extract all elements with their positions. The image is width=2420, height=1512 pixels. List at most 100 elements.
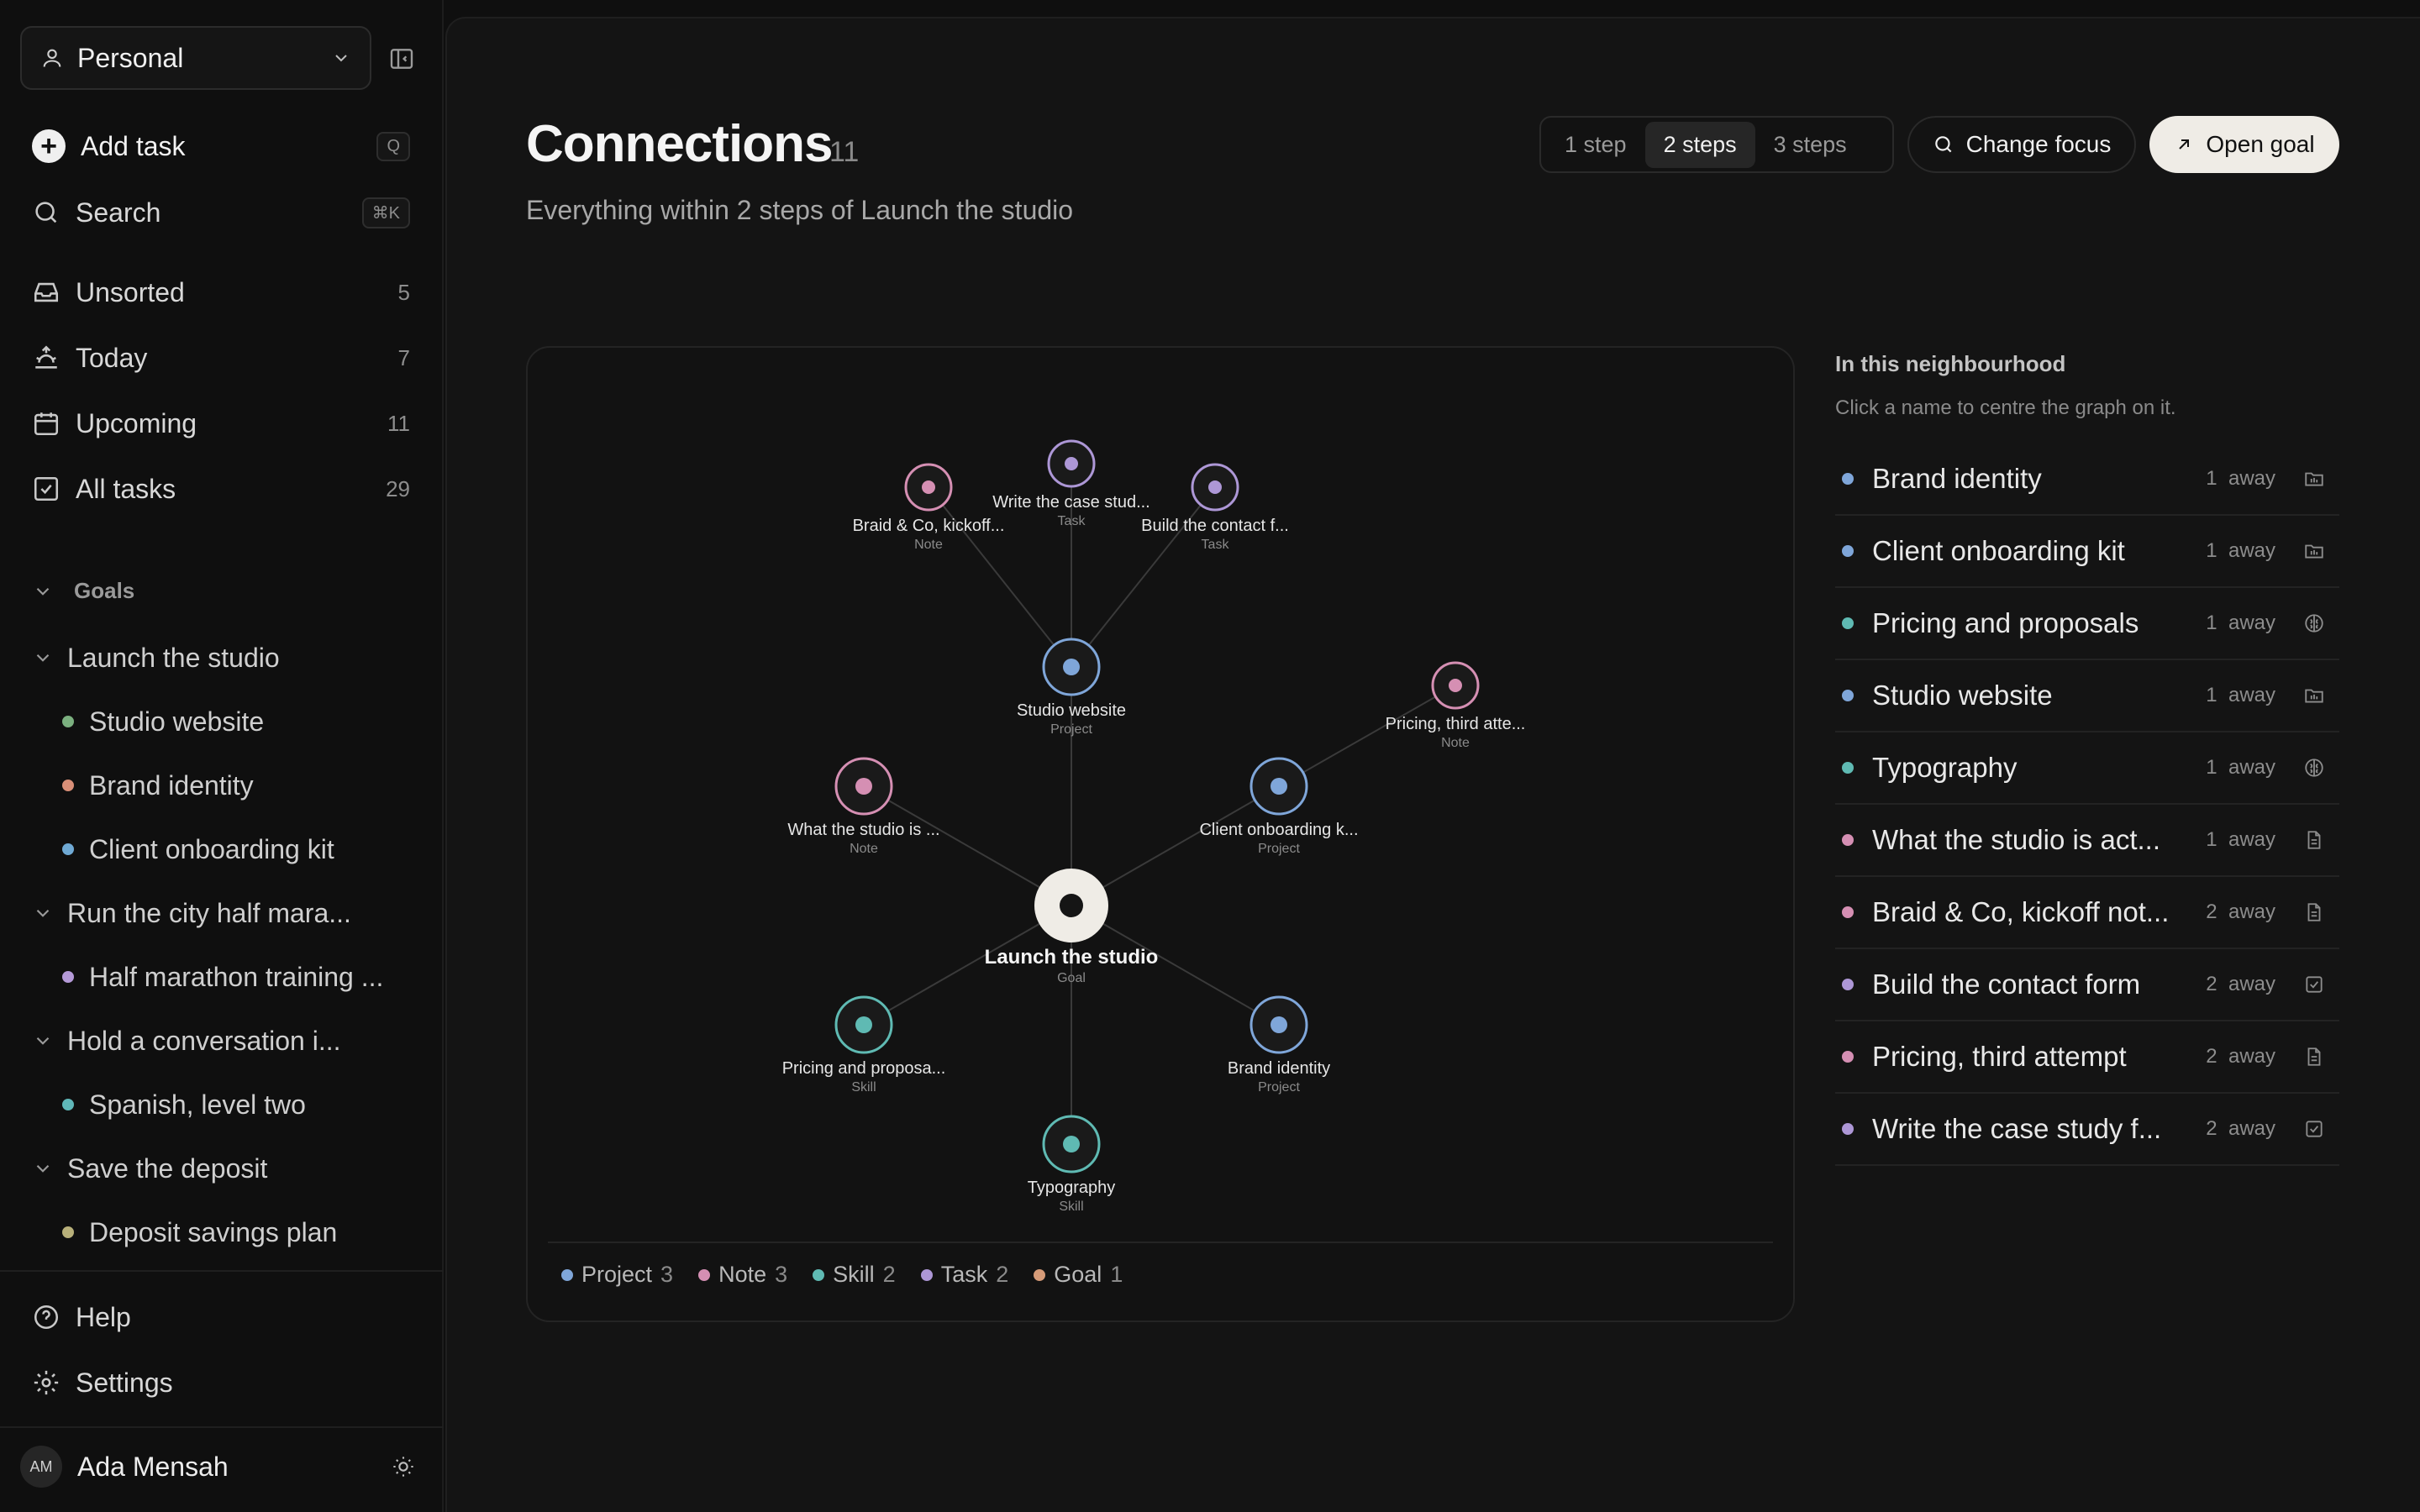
- neighbourhood-item[interactable]: Brand identity 1 away: [1835, 444, 2339, 516]
- goal-item[interactable]: Hold a conversation i...: [32, 1020, 341, 1062]
- search-button[interactable]: Search ⌘K: [32, 189, 410, 236]
- node-dot: [1270, 1016, 1287, 1033]
- node-label[interactable]: Build the contact f... Task: [1141, 517, 1289, 553]
- node-label[interactable]: Launch the studio Goal: [985, 946, 1159, 986]
- graph-node-center[interactable]: [1034, 869, 1108, 942]
- graph-node-project[interactable]: [1042, 638, 1101, 696]
- graph-node-task[interactable]: [1191, 463, 1239, 512]
- node-label[interactable]: Braid & Co, kickoff... Note: [853, 517, 1005, 553]
- node-dot: [855, 1016, 872, 1033]
- neighbourhood-item-name[interactable]: Build the contact form: [1872, 969, 2191, 1000]
- neighbourhood-item-name[interactable]: Typography: [1872, 752, 2191, 784]
- page-title: Connections: [526, 115, 833, 173]
- brain-icon: [2302, 756, 2326, 780]
- sidebar-item-upcoming[interactable]: Upcoming 11: [32, 400, 410, 447]
- goal-child-item[interactable]: Spanish, level two: [62, 1084, 306, 1126]
- user-menu[interactable]: AM Ada Mensah: [20, 1443, 415, 1490]
- legend-dot: [698, 1268, 711, 1281]
- neighbourhood-item-name[interactable]: Brand identity: [1872, 463, 2191, 495]
- node-dot: [1270, 778, 1287, 795]
- neighbourhood-item-name[interactable]: Pricing, third attempt: [1872, 1041, 2191, 1073]
- add-task-button[interactable]: + Add task Q: [32, 123, 410, 170]
- goal-label: Save the deposit: [67, 1152, 268, 1184]
- document-icon: [2302, 900, 2326, 924]
- graph-node-task[interactable]: [1047, 439, 1096, 488]
- graph-node-note[interactable]: [1431, 661, 1480, 710]
- goal-child-item[interactable]: Studio website: [62, 701, 264, 743]
- workspace-switcher[interactable]: Personal: [20, 26, 371, 90]
- gear-icon: [34, 1370, 59, 1395]
- graph-node-project[interactable]: [1249, 757, 1308, 816]
- sidebar-item-label: Today: [76, 342, 148, 373]
- node-type: Project: [1258, 842, 1300, 856]
- neighbourhood-item[interactable]: Pricing, third attempt 2 away: [1835, 1021, 2339, 1094]
- goal-child-item[interactable]: Client onboarding kit: [62, 828, 334, 870]
- step-option-1[interactable]: 1 step: [1546, 122, 1645, 168]
- goal-child-item[interactable]: Half marathon training ...: [62, 956, 383, 998]
- graph-node-note[interactable]: [834, 757, 893, 816]
- graph-node-skill[interactable]: [1042, 1115, 1101, 1173]
- color-dot: [1842, 690, 1854, 701]
- neighbourhood-item[interactable]: What the studio is act... 1 away: [1835, 805, 2339, 877]
- document-icon: [2302, 828, 2326, 852]
- node-label[interactable]: Write the case stud... Task: [992, 493, 1150, 529]
- chevron-down-icon: [36, 1037, 50, 1045]
- search-shortcut: ⌘K: [361, 197, 410, 228]
- step-option-2[interactable]: 2 steps: [1644, 121, 1755, 168]
- graph-node-project[interactable]: [1249, 995, 1308, 1054]
- step-option-3[interactable]: 3 steps: [1755, 122, 1865, 168]
- sidebar-item-today[interactable]: Today 7: [32, 334, 410, 381]
- legend-dot: [813, 1268, 825, 1281]
- neighbourhood-item-name[interactable]: Client onboarding kit: [1872, 535, 2191, 567]
- goal-item[interactable]: Save the deposit: [32, 1147, 267, 1189]
- goals-section-toggle[interactable]: Goals: [32, 578, 134, 604]
- goal-child-item[interactable]: Brand identity: [62, 764, 254, 806]
- neighbourhood-item-name[interactable]: Write the case study f...: [1872, 1113, 2191, 1145]
- neighbourhood-item[interactable]: Client onboarding kit 1 away: [1835, 516, 2339, 588]
- sidebar-item-unsorted[interactable]: Unsorted 5: [32, 269, 410, 316]
- goal-child-label: Client onboarding kit: [89, 833, 334, 864]
- node-name: Launch the studio: [984, 946, 1159, 969]
- color-dot: [62, 780, 74, 791]
- node-label[interactable]: Client onboarding k... Project: [1199, 821, 1358, 857]
- neighbourhood-item-name[interactable]: Studio website: [1872, 680, 2191, 711]
- sidebar-item-all-tasks[interactable]: All tasks 29: [32, 465, 410, 512]
- open-goal-button[interactable]: Open goal: [2149, 116, 2339, 173]
- neighbourhood-item[interactable]: Build the contact form 2 away: [1835, 949, 2339, 1021]
- sidebar-toggle-icon[interactable]: [388, 45, 415, 72]
- goal-child-label: Spanish, level two: [89, 1089, 306, 1120]
- neighbourhood-item[interactable]: Studio website 1 away: [1835, 660, 2339, 732]
- graph-node-skill[interactable]: [834, 995, 893, 1054]
- color-dot: [62, 716, 74, 727]
- legend-dot: [920, 1268, 933, 1281]
- node-label[interactable]: Pricing and proposa... Skill: [782, 1059, 946, 1095]
- node-label[interactable]: What the studio is ... Note: [787, 821, 939, 857]
- node-label[interactable]: Brand identity Project: [1228, 1059, 1330, 1095]
- neighbourhood-item[interactable]: Typography 1 away: [1835, 732, 2339, 805]
- graph-node-note[interactable]: [904, 463, 953, 512]
- goal-item[interactable]: Run the city half mara...: [32, 892, 351, 934]
- neighbourhood-item-name[interactable]: What the studio is act...: [1872, 824, 2191, 856]
- sun-icon[interactable]: [392, 1455, 415, 1478]
- node-type: Goal: [1057, 971, 1086, 985]
- node-label[interactable]: Studio website Project: [1017, 701, 1126, 738]
- goal-item[interactable]: Launch the studio: [32, 637, 280, 679]
- change-focus-button[interactable]: Change focus: [1907, 116, 2136, 173]
- chevron-down-icon: [36, 909, 50, 917]
- node-name: Typography: [1027, 1179, 1116, 1197]
- color-dot: [62, 1226, 74, 1238]
- neighbourhood-item[interactable]: Braid & Co, kickoff not... 2 away: [1835, 877, 2339, 949]
- node-label[interactable]: Pricing, third atte... Note: [1386, 715, 1526, 751]
- help-button[interactable]: Help: [32, 1294, 410, 1341]
- neighbourhood-item-name[interactable]: Pricing and proposals: [1872, 607, 2191, 639]
- goal-child-item[interactable]: Deposit savings plan: [62, 1211, 337, 1253]
- settings-button[interactable]: Settings: [32, 1359, 410, 1406]
- neighbourhood-item[interactable]: Write the case study f... 2 away: [1835, 1094, 2339, 1166]
- color-dot: [1842, 834, 1854, 846]
- node-name: Brand identity: [1227, 1059, 1331, 1078]
- neighbourhood-item[interactable]: Pricing and proposals 1 away: [1835, 588, 2339, 660]
- node-label[interactable]: Typography Skill: [1028, 1179, 1116, 1215]
- legend-item-project: Project 3: [561, 1262, 673, 1288]
- node-dot: [1063, 659, 1080, 675]
- neighbourhood-item-name[interactable]: Braid & Co, kickoff not...: [1872, 896, 2191, 928]
